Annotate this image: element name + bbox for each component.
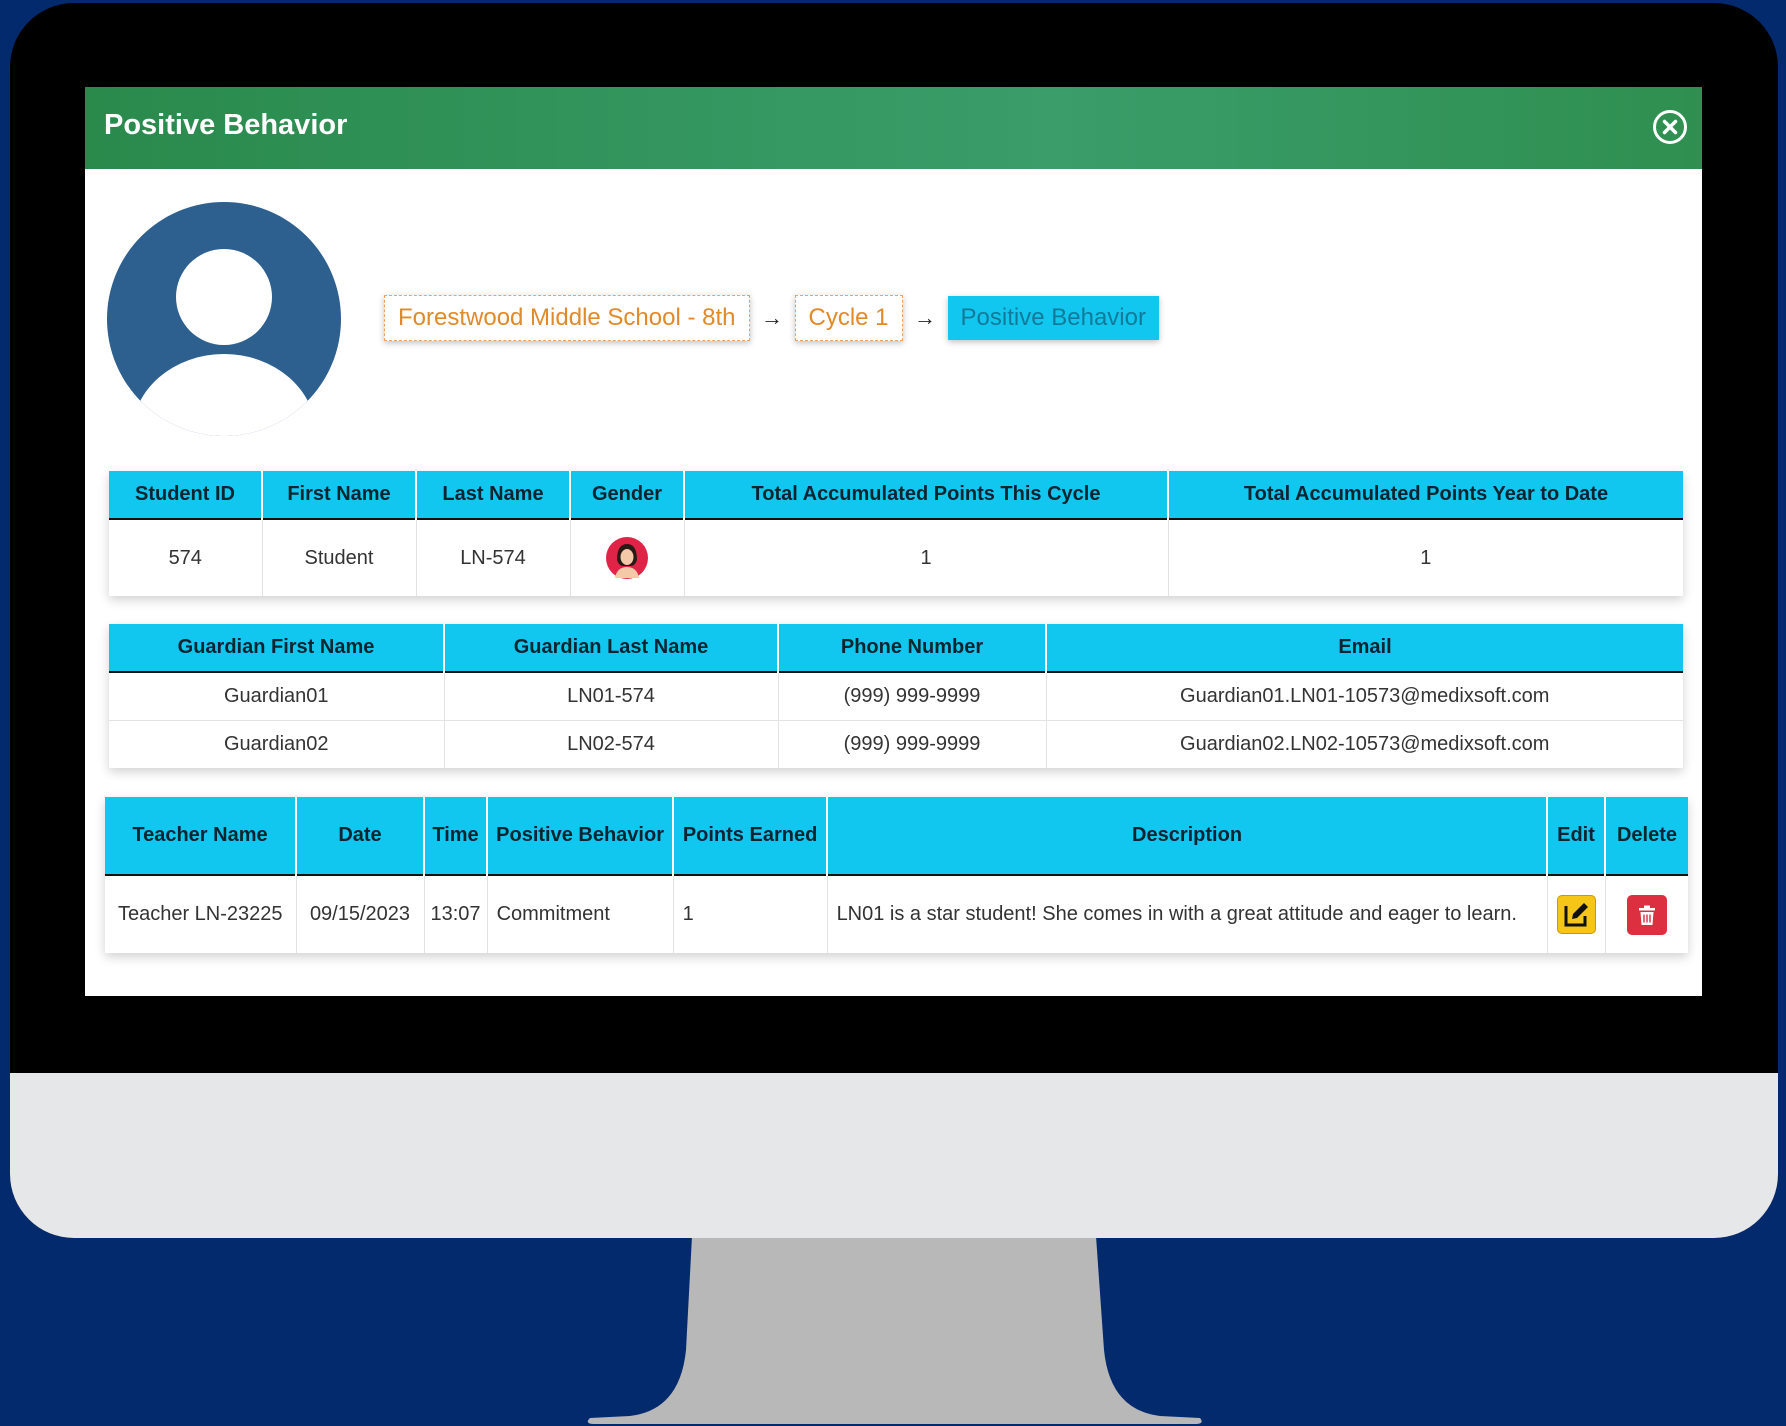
ytd-points: 1 xyxy=(1420,546,1432,569)
avatar-icon xyxy=(107,202,341,436)
col-date: Date xyxy=(296,797,425,875)
guardian-phone: (999) 999-9999 xyxy=(778,720,1047,768)
positive-behavior: Commitment xyxy=(487,875,674,953)
behavior-table: Teacher Name Date Time Positive Behavior… xyxy=(105,797,1688,953)
delete-cell xyxy=(1605,875,1688,953)
guardian-email: Guardian01.LN01-10573@medixsoft.com xyxy=(1180,685,1550,707)
breadcrumb: Forestwood Middle School - 8th → Cycle 1… xyxy=(384,295,1159,341)
student-table: Student ID First Name Last Name Gender T… xyxy=(109,471,1683,596)
student-id: 574 xyxy=(109,519,263,596)
table-row: 574 Student LN-574 1 1 xyxy=(109,519,1683,596)
student-last-name: LN-574 xyxy=(416,519,571,596)
arrow-right-icon: → xyxy=(914,305,937,330)
col-phone: Phone Number xyxy=(778,624,1047,672)
col-teacher-name: Teacher Name xyxy=(105,797,297,875)
col-cycle-points: Total Accumulated Points This Cycle xyxy=(684,471,1169,519)
delete-button[interactable] xyxy=(1626,894,1667,935)
guardian-table: Guardian First Name Guardian Last Name P… xyxy=(109,624,1683,768)
col-time: Time xyxy=(424,797,489,875)
guardian-first-name: Guardian01 xyxy=(109,672,445,721)
col-first-name: First Name xyxy=(262,471,417,519)
positive-behavior-dialog: Positive Behavior Forestwood Middle Scho… xyxy=(85,87,1702,996)
guardian-email: Guardian02.LN02-10573@medixsoft.com xyxy=(1046,720,1683,768)
table-row: Guardian01 LN01-574 (999) 999-9999 Guard… xyxy=(109,672,1683,721)
col-positive-behavior: Positive Behavior xyxy=(487,797,675,875)
col-email: Email xyxy=(1046,624,1683,672)
entry-time: 13:07 xyxy=(424,875,488,953)
col-delete: Delete xyxy=(1605,797,1688,875)
dialog-title: Positive Behavior xyxy=(104,109,348,141)
teacher-name: Teacher LN-23225 xyxy=(105,875,297,953)
student-gender xyxy=(570,519,685,596)
edit-cell xyxy=(1547,875,1606,953)
entry-date: 09/15/2023 xyxy=(296,875,425,953)
col-gender: Gender xyxy=(570,471,685,519)
col-last-name: Last Name xyxy=(416,471,571,519)
breadcrumb-cycle[interactable]: Cycle 1 xyxy=(794,295,903,341)
col-student-id: Student ID xyxy=(109,471,263,519)
trash-icon xyxy=(1638,905,1655,925)
table-row: Teacher LN-23225 09/15/2023 13:07 Commit… xyxy=(105,875,1688,953)
col-guardian-first: Guardian First Name xyxy=(109,624,445,672)
arrow-right-icon: → xyxy=(761,305,783,330)
table-row: Guardian02 LN02-574 (999) 999-9999 Guard… xyxy=(109,720,1683,768)
guardian-first-name: Guardian02 xyxy=(109,720,445,768)
monitor-chin xyxy=(10,1073,1778,1238)
edit-button[interactable] xyxy=(1556,895,1596,934)
cycle-points: 1 xyxy=(684,519,1169,596)
col-edit: Edit xyxy=(1547,797,1606,875)
guardian-phone: (999) 999-9999 xyxy=(778,672,1047,721)
student-first-name: Student xyxy=(262,519,417,596)
col-guardian-last: Guardian Last Name xyxy=(444,624,779,672)
points-earned: 1 xyxy=(673,875,828,953)
col-ytd-points: Total Accumulated Points Year to Date xyxy=(1168,471,1683,519)
col-points-earned: Points Earned xyxy=(673,797,829,875)
female-icon xyxy=(606,537,648,579)
close-icon[interactable] xyxy=(1652,109,1688,145)
guardian-last-name: LN02-574 xyxy=(444,720,779,768)
description: LN01 is a star student! She comes in wit… xyxy=(827,875,1548,953)
col-description: Description xyxy=(827,797,1548,875)
breadcrumb-current: Positive Behavior xyxy=(947,296,1159,340)
guardian-last-name: LN01-574 xyxy=(444,672,779,721)
edit-icon xyxy=(1564,903,1588,927)
breadcrumb-school[interactable]: Forestwood Middle School - 8th xyxy=(384,295,750,341)
dialog-titlebar: Positive Behavior xyxy=(85,87,1702,169)
